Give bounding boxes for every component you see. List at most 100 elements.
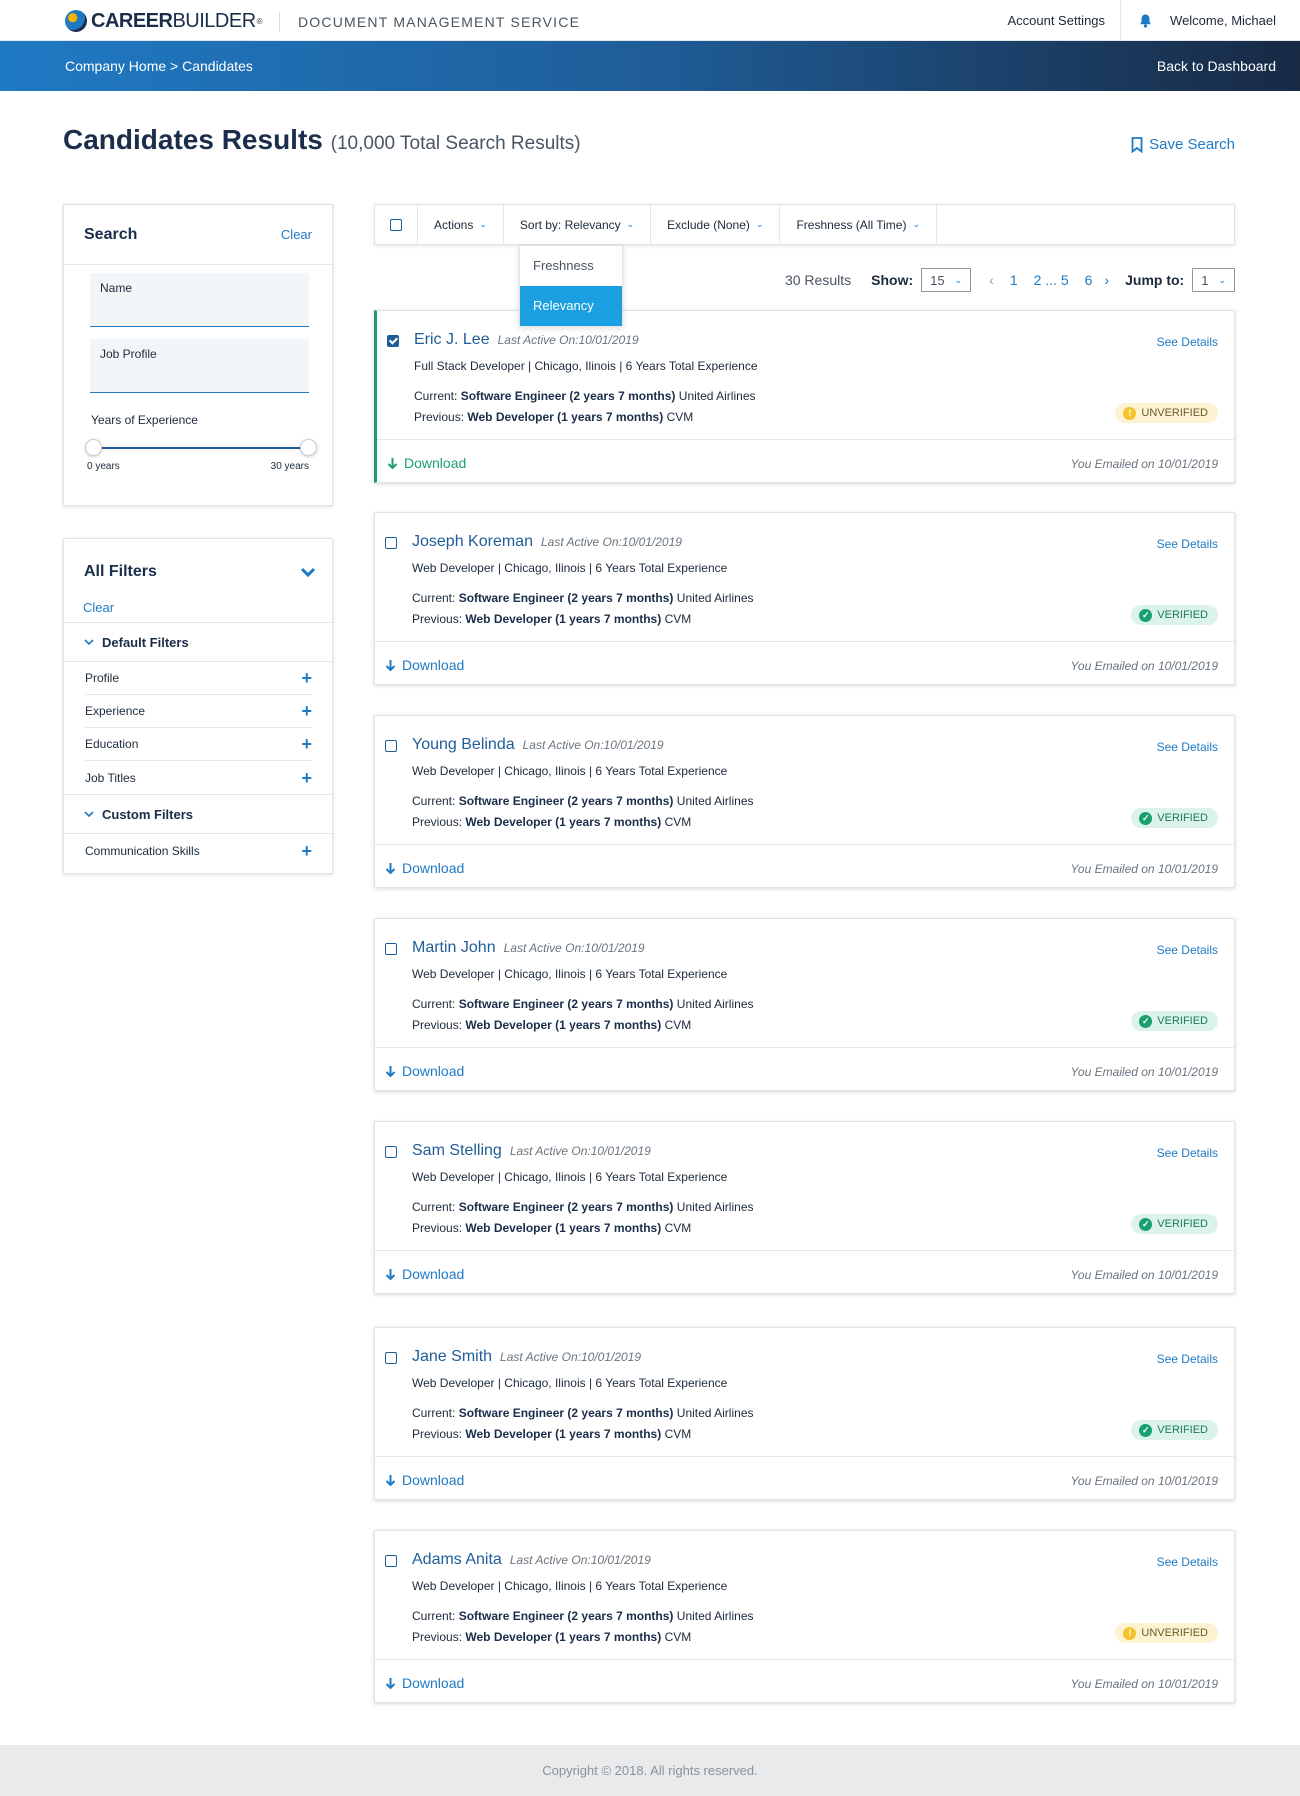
current-job: Software Engineer (2 years 7 months) (460, 389, 676, 403)
previous-company: CVM (664, 815, 692, 829)
slider-max-handle[interactable] (300, 439, 317, 456)
total-results-count: (10,000 Total Search Results) (330, 133, 581, 154)
back-to-dashboard-link[interactable]: Back to Dashboard (1157, 58, 1276, 74)
freshness-dropdown[interactable]: Freshness (All Time) ⌄ (780, 205, 938, 244)
download-button[interactable]: Download (385, 1063, 464, 1079)
filter-item-education[interactable]: Education + (85, 728, 312, 761)
page-link[interactable]: 1 (1010, 272, 1018, 288)
account-settings-link[interactable]: Account Settings (992, 0, 1120, 41)
candidate-name[interactable]: Martin John (412, 939, 496, 957)
plus-icon[interactable]: + (301, 842, 312, 860)
jump-to-select[interactable]: 1 ⌄ (1192, 268, 1235, 292)
candidate-name[interactable]: Young Belinda (412, 736, 515, 754)
candidate-card: Adams Anita Last Active On:10/01/2019 Se… (374, 1530, 1235, 1703)
previous-job: Web Developer (1 years 7 months) (467, 410, 664, 424)
sort-option-relevancy[interactable]: Relevancy (520, 286, 622, 326)
candidate-checkbox[interactable] (385, 537, 397, 549)
filter-item-label: Education (85, 737, 139, 751)
default-filters-group[interactable]: Default Filters (64, 622, 332, 662)
see-details-link[interactable]: See Details (1157, 1146, 1218, 1160)
verified-badge: ✓ VERIFIED (1131, 1011, 1218, 1031)
plus-icon[interactable]: + (301, 702, 312, 720)
plus-icon[interactable]: + (301, 669, 312, 687)
download-label: Download (402, 1675, 465, 1691)
see-details-link[interactable]: See Details (1157, 335, 1218, 349)
current-company: United Airlines (676, 591, 754, 605)
current-position: Current: Software Engineer (2 years 7 mo… (412, 1609, 754, 1623)
save-search-button[interactable]: Save Search (1131, 136, 1235, 153)
candidate-checkbox[interactable] (385, 1555, 397, 1567)
jump-to-value: 1 (1201, 272, 1209, 288)
current-label: Current: (412, 1200, 456, 1214)
candidate-name[interactable]: Sam Stelling (412, 1142, 502, 1160)
download-button[interactable]: Download (385, 657, 464, 673)
status-label: VERIFIED (1157, 1015, 1208, 1027)
name-field[interactable]: Name (90, 273, 309, 327)
see-details-link[interactable]: See Details (1157, 537, 1218, 551)
experience-range-slider[interactable] (85, 439, 317, 457)
current-position: Current: Software Engineer (2 years 7 mo… (412, 794, 754, 808)
see-details-link[interactable]: See Details (1157, 943, 1218, 957)
filter-item-profile[interactable]: Profile + (85, 662, 312, 695)
page-link[interactable]: 6 (1085, 272, 1093, 288)
page-link[interactable]: 2 ... 5 (1034, 272, 1069, 288)
plus-icon[interactable]: + (301, 735, 312, 753)
previous-position: Previous: Web Developer (1 years 7 month… (412, 815, 691, 829)
see-details-link[interactable]: See Details (1157, 740, 1218, 754)
filter-item-experience[interactable]: Experience + (85, 695, 312, 728)
sort-option-freshness[interactable]: Freshness (520, 246, 622, 286)
download-button[interactable]: Download (385, 1472, 464, 1488)
previous-position: Previous: Web Developer (1 years 7 month… (412, 612, 691, 626)
candidate-checkbox[interactable] (385, 740, 397, 752)
candidate-name[interactable]: Eric J. Lee (414, 331, 490, 349)
previous-job: Web Developer (1 years 7 months) (465, 815, 662, 829)
careerbuilder-logo[interactable]: CAREERBUILDER ® (65, 9, 263, 33)
candidate-checkbox[interactable] (385, 943, 397, 955)
results-count: 30 Results (784, 272, 852, 288)
candidate-checkbox[interactable] (385, 1352, 397, 1364)
exclude-dropdown[interactable]: Exclude (None) ⌄ (651, 205, 781, 244)
see-details-link[interactable]: See Details (1157, 1555, 1218, 1569)
download-button[interactable]: Download (387, 455, 466, 471)
slider-track (93, 447, 309, 449)
slider-min-handle[interactable] (85, 439, 102, 456)
search-clear-link[interactable]: Clear (281, 227, 312, 242)
page-size-select[interactable]: 15 ⌄ (921, 268, 972, 292)
chevron-down-icon[interactable] (300, 567, 316, 577)
card-divider (375, 1659, 1234, 1660)
slider-min-label: 0 years (87, 461, 120, 472)
actions-dropdown[interactable]: Actions ⌄ (418, 205, 504, 244)
candidate-name[interactable]: Adams Anita (412, 1551, 502, 1569)
next-page-icon[interactable]: › (1104, 272, 1109, 288)
filter-item-communication-skills[interactable]: Communication Skills + (85, 834, 312, 867)
candidate-checkbox[interactable] (385, 1146, 397, 1158)
previous-position: Previous: Web Developer (1 years 7 month… (412, 1427, 691, 1441)
candidate-card: Young Belinda Last Active On:10/01/2019 … (374, 715, 1235, 888)
candidate-checkbox[interactable] (387, 335, 399, 347)
candidate-name[interactable]: Joseph Koreman (412, 533, 533, 551)
download-button[interactable]: Download (385, 1266, 464, 1282)
download-arrow-icon (385, 1268, 396, 1280)
breadcrumb-bar: Company Home > Candidates Back to Dashbo… (0, 41, 1300, 91)
candidate-card: Eric J. Lee Last Active On:10/01/2019 Se… (374, 310, 1235, 483)
candidate-name[interactable]: Jane Smith (412, 1348, 492, 1366)
plus-icon[interactable]: + (301, 769, 312, 787)
previous-job: Web Developer (1 years 7 months) (465, 1221, 662, 1235)
last-active: Last Active On:10/01/2019 (509, 1553, 651, 1567)
job-profile-field[interactable]: Job Profile (90, 339, 309, 393)
select-all-checkbox[interactable] (390, 218, 402, 231)
custom-filters-group[interactable]: Custom Filters (64, 794, 332, 834)
filters-clear-link[interactable]: Clear (83, 600, 114, 615)
see-details-link[interactable]: See Details (1157, 1352, 1218, 1366)
chevron-down-icon: ⌄ (1218, 274, 1226, 285)
sort-dropdown[interactable]: Sort by: Relevancy ⌄ (504, 205, 652, 244)
download-button[interactable]: Download (385, 860, 464, 876)
download-button[interactable]: Download (385, 1675, 464, 1691)
welcome-user[interactable]: Welcome, Michael (1170, 13, 1300, 28)
previous-label: Previous: (412, 612, 463, 626)
notifications-button[interactable] (1120, 0, 1170, 41)
prev-page-icon[interactable]: ‹ (989, 272, 994, 288)
emailed-status: You Emailed on 10/01/2019 (1070, 457, 1218, 471)
filter-item-job-titles[interactable]: Job Titles + (85, 761, 312, 794)
breadcrumb[interactable]: Company Home > Candidates (65, 58, 253, 74)
